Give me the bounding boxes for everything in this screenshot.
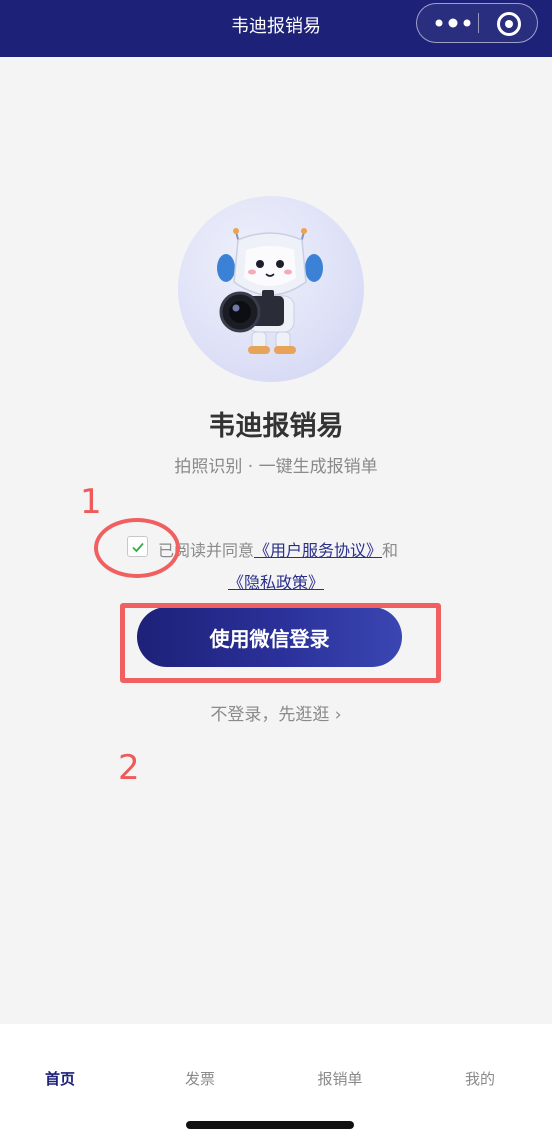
agreement-and: 和 (382, 541, 399, 560)
app-name: 韦迪报销易 (208, 411, 344, 442)
tab-reimbursement[interactable]: 报销单 (280, 1068, 400, 1089)
agreement-text-line2: 《隐私政策》 (0, 569, 552, 593)
mini-program-capsule (416, 3, 538, 43)
target-circle-icon[interactable] (496, 11, 522, 37)
home-indicator (186, 1121, 354, 1129)
robot-camera-mascot (217, 228, 323, 354)
skip-login-link[interactable]: 不登录，先逛逛 › (0, 700, 552, 725)
app-tagline: 拍照识别 · 一键生成报销单 (174, 457, 378, 477)
annotation-label-2: 2 (118, 748, 140, 788)
user-agreement-link[interactable]: 《用户服务协议》 (254, 541, 382, 560)
app-avatar (178, 196, 364, 382)
more-dots-icon[interactable] (431, 13, 475, 33)
annotation-label-1: 1 (80, 482, 102, 522)
tab-home[interactable]: 首页 (0, 1068, 120, 1089)
tab-mine[interactable]: 我的 (420, 1068, 540, 1089)
annotation-rectangle (120, 603, 441, 683)
tab-invoice[interactable]: 发票 (140, 1068, 260, 1089)
annotation-circle (94, 518, 180, 578)
capsule-divider (478, 13, 479, 33)
privacy-policy-link[interactable]: 《隐私政策》 (228, 573, 324, 592)
agreement-text: 已阅读并同意《用户服务协议》和 (158, 537, 398, 561)
navigation-bar: 韦迪报销易 (0, 0, 552, 57)
